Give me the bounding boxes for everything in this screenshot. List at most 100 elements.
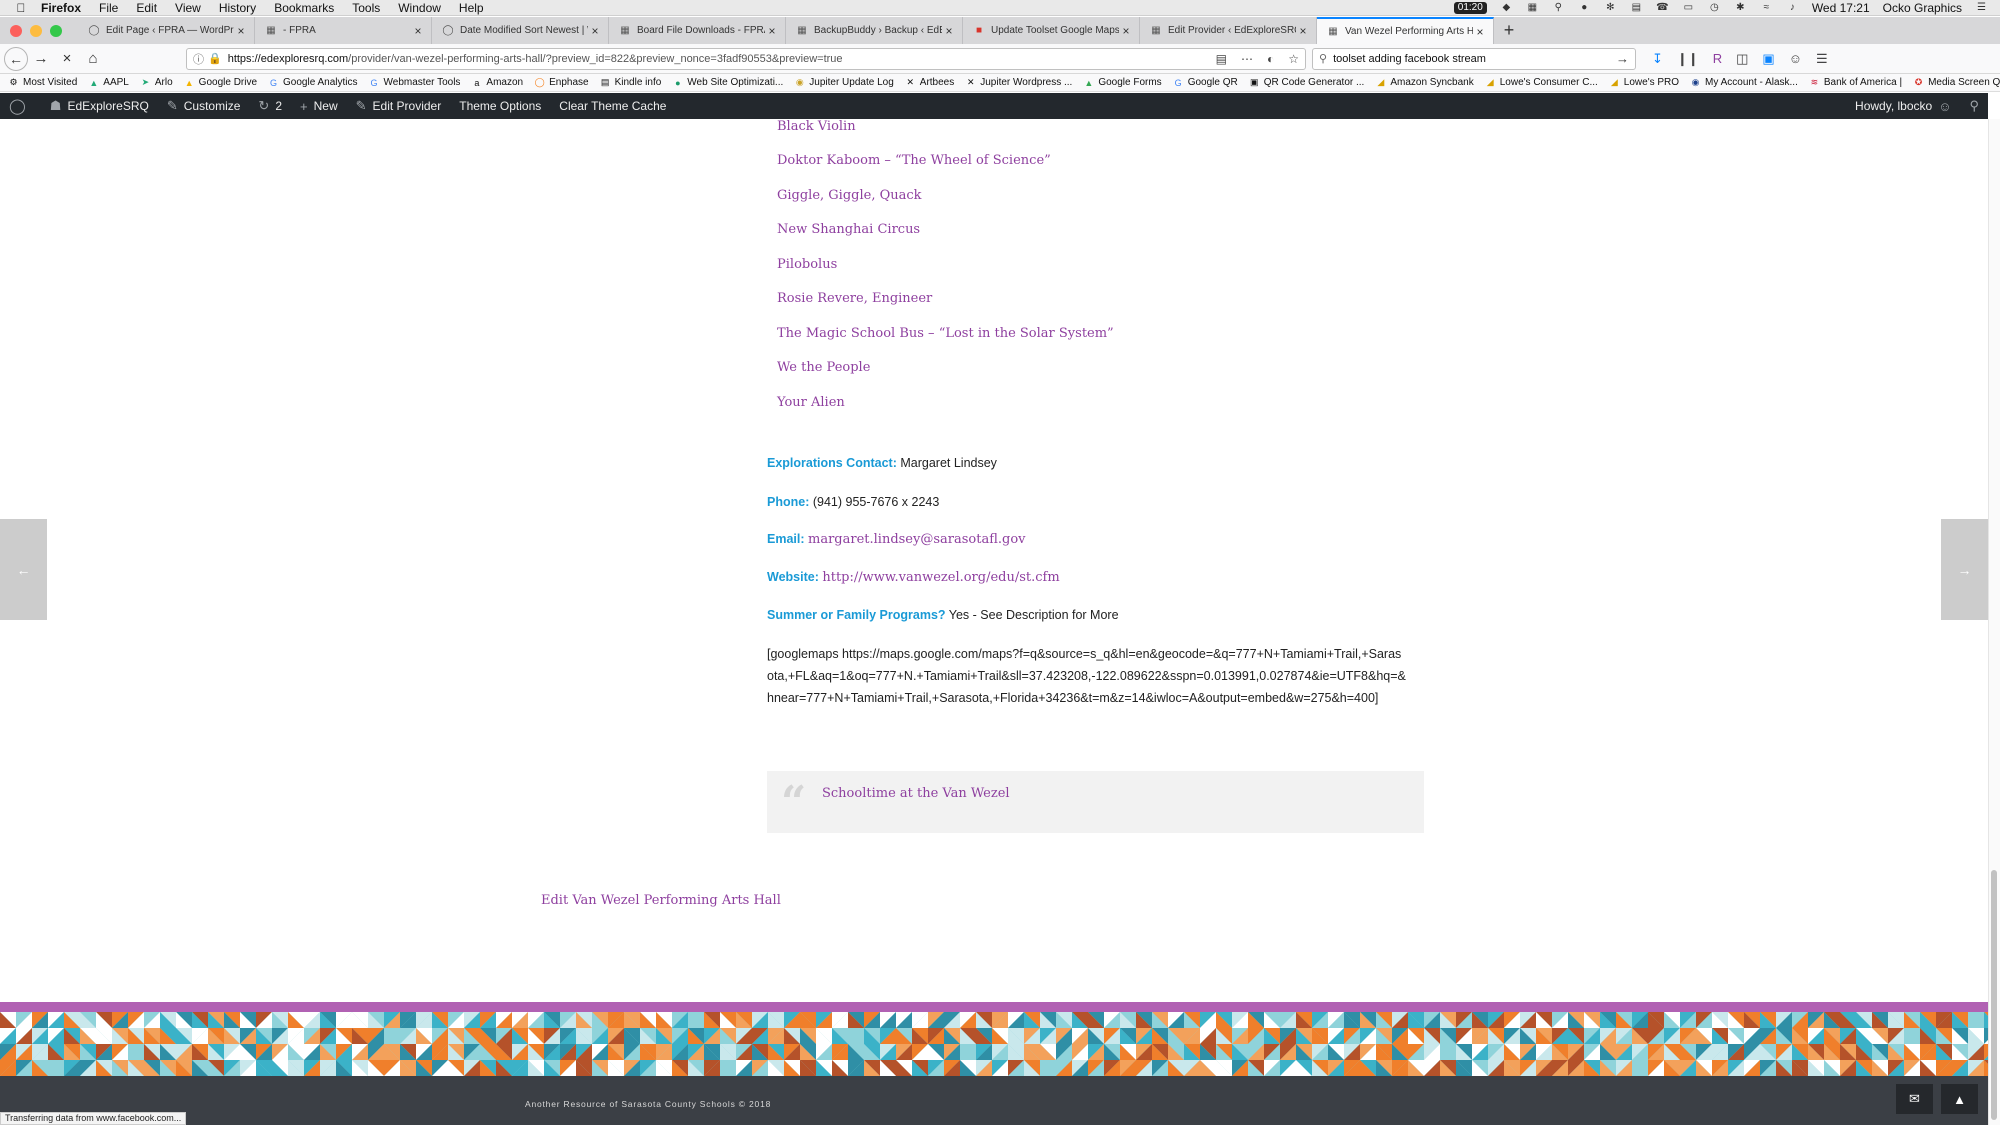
info-icon[interactable]: ⓘ — [193, 51, 204, 67]
edit-provider-link[interactable]: Edit Van Wezel Performing Arts Hall — [541, 893, 781, 908]
profile-extension-icon[interactable]: ▣ — [1762, 51, 1774, 67]
contact-email-button[interactable]: ✉ — [1896, 1084, 1933, 1114]
bookmark-19[interactable]: ◉ My Account - Alask... — [1690, 77, 1798, 88]
show-link-magic-school-bus[interactable]: The Magic School Bus – “Lost in the Sola… — [777, 326, 1114, 341]
close-icon[interactable]: × — [1296, 24, 1310, 38]
site-name-button[interactable]: ☗ EdExploreSRQ — [41, 93, 158, 119]
app-status-icon[interactable]: ● — [1578, 2, 1591, 13]
bookmark-13[interactable]: ▲ Google Forms — [1083, 77, 1161, 88]
show-link-giggle-giggle-quack[interactable]: Giggle, Giggle, Quack — [777, 188, 922, 203]
reader-view-icon[interactable]: ▤ — [1216, 52, 1227, 66]
menu-edit[interactable]: Edit — [127, 0, 166, 16]
hamburger-menu-icon[interactable]: ☰ — [1816, 51, 1828, 67]
extension-icon[interactable]: R — [1713, 51, 1722, 67]
bookmark-1[interactable]: ▲ AAPL — [88, 77, 129, 88]
back-button[interactable]: ← — [4, 46, 28, 71]
menu-tools[interactable]: Tools — [343, 0, 389, 16]
clock[interactable]: Wed 17:21 — [1812, 1, 1870, 15]
next-post-arrow[interactable]: → — [1941, 519, 1988, 620]
tab-5[interactable]: ■ Update Toolset Google Maps a × — [963, 17, 1140, 44]
bookmark-16[interactable]: ◢ Amazon Syncbank — [1375, 77, 1473, 88]
timer-badge[interactable]: 01:20 — [1453, 1, 1487, 14]
show-link-your-alien[interactable]: Your Alien — [777, 395, 845, 410]
search-go-icon[interactable]: → — [1616, 51, 1629, 66]
menu-view[interactable]: View — [166, 0, 210, 16]
stop-button[interactable]: × — [54, 47, 80, 71]
edit-provider-button[interactable]: ✎ Edit Provider — [347, 93, 451, 119]
tab-1[interactable]: ▦ - FPRA × — [255, 17, 432, 44]
bookmark-9[interactable]: ● Web Site Optimizati... — [672, 77, 783, 88]
scroll-to-top-button[interactable]: ▲ — [1941, 1084, 1978, 1114]
dropbox-icon[interactable]: ◆ — [1500, 2, 1513, 13]
zoom-window-icon[interactable] — [50, 24, 62, 37]
theme-options-button[interactable]: Theme Options — [450, 93, 550, 119]
show-link-rosie-revere[interactable]: Rosie Revere, Engineer — [777, 291, 932, 306]
bookmark-star-icon[interactable]: ☆ — [1288, 52, 1299, 66]
download-icon[interactable]: ↧ — [1652, 51, 1663, 67]
show-link-new-shanghai-circus[interactable]: New Shanghai Circus — [777, 222, 920, 237]
tab-6[interactable]: ▦ Edit Provider ‹ EdExploreSRQ — W× — [1140, 17, 1317, 44]
show-link-we-the-people[interactable]: We the People — [777, 360, 870, 375]
phone-icon[interactable]: ☎ — [1656, 2, 1669, 13]
tab-7-active[interactable]: ▦ Van Wezel Performing Arts Hall × — [1317, 17, 1494, 44]
display-icon[interactable]: ▭ — [1682, 2, 1695, 13]
close-icon[interactable]: × — [1119, 24, 1133, 38]
menu-help[interactable]: Help — [450, 0, 493, 16]
menu-file[interactable]: File — [90, 0, 127, 16]
lock-icon[interactable]: 🔒 — [208, 52, 222, 65]
bookmark-20[interactable]: ≋ Bank of America | — [1809, 77, 1902, 88]
clipboard-icon[interactable]: ▦ — [1526, 2, 1539, 13]
account-icon[interactable]: ☺ — [1789, 51, 1802, 67]
new-content-button[interactable]: + New — [291, 93, 347, 119]
admin-search-button[interactable]: ⚲ — [1960, 93, 1988, 119]
close-icon[interactable]: × — [588, 24, 602, 38]
apple-icon[interactable]:  — [10, 1, 32, 15]
updates-button[interactable]: ↻ 2 — [249, 93, 291, 119]
close-window-icon[interactable] — [10, 24, 22, 37]
clear-cache-button[interactable]: Clear Theme Cache — [550, 93, 675, 119]
bookmark-17[interactable]: ◢ Lowe's Consumer C... — [1485, 77, 1598, 88]
menu-window[interactable]: Window — [389, 0, 450, 16]
show-link-pilobolus[interactable]: Pilobolus — [777, 257, 837, 272]
menu-history[interactable]: History — [210, 0, 265, 16]
bookmark-21[interactable]: ✪ Media Screen Queries — [1913, 77, 2000, 88]
customize-button[interactable]: ✎ Customize — [158, 93, 250, 119]
bookmark-12[interactable]: ✕ Jupiter Wordpress ... — [965, 77, 1072, 88]
bluetooth-icon[interactable]: ✱ — [1734, 2, 1747, 13]
bookmark-14[interactable]: G Google QR — [1173, 77, 1238, 88]
bookmark-7[interactable]: ◯ Enphase — [534, 77, 589, 88]
previous-post-arrow[interactable]: ← — [0, 519, 47, 620]
menu-bookmarks[interactable]: Bookmarks — [265, 0, 343, 16]
close-icon[interactable]: × — [942, 24, 956, 38]
bookmark-11[interactable]: ✕ Artbees — [905, 77, 955, 88]
bookmark-0[interactable]: ⚙ Most Visited — [8, 77, 77, 88]
bookmark-4[interactable]: G Google Analytics — [268, 77, 358, 88]
new-tab-button[interactable]: + — [1494, 17, 1524, 44]
home-button[interactable]: ⌂ — [80, 47, 106, 71]
user-name[interactable]: Ocko Graphics — [1883, 1, 1962, 15]
bookmark-18[interactable]: ◢ Lowe's PRO — [1609, 77, 1679, 88]
website-link[interactable]: http://www.vanwezel.org/edu/st.cfm — [822, 570, 1059, 585]
time-machine-icon[interactable]: ◷ — [1708, 2, 1721, 13]
tab-4[interactable]: ▦ BackupBuddy › Backup ‹ EdExplore× — [786, 17, 963, 44]
magnifier-icon[interactable]: ⚲ — [1552, 2, 1565, 13]
forward-button[interactable]: → — [28, 47, 54, 71]
show-link-doktor-kaboom[interactable]: Doktor Kaboom – “The Wheel of Science” — [777, 153, 1051, 168]
bookmark-3[interactable]: ▲ Google Drive — [184, 77, 257, 88]
bookmark-8[interactable]: ▤ Kindle info — [600, 77, 661, 88]
bookmark-5[interactable]: G Webmaster Tools — [369, 77, 461, 88]
search-input[interactable]: toolset adding facebook stream — [1333, 53, 1616, 65]
close-icon[interactable]: × — [411, 24, 425, 38]
volume-icon[interactable]: ♪ — [1786, 2, 1799, 13]
account-menu[interactable]: Howdy, lbocko ☺ — [1846, 93, 1960, 119]
list-icon[interactable]: ☰ — [1975, 2, 1988, 13]
search-bar[interactable]: ⚲ toolset adding facebook stream → — [1312, 47, 1636, 70]
doc-icon[interactable]: ▤ — [1630, 2, 1643, 13]
bookmark-6[interactable]: a Amazon — [471, 77, 523, 88]
tab-3[interactable]: ▦ Board File Downloads - FPRA × — [609, 17, 786, 44]
close-icon[interactable]: × — [1473, 25, 1487, 39]
scrollbar-thumb[interactable] — [1991, 870, 1997, 1120]
wifi-icon[interactable]: ≈ — [1760, 2, 1773, 13]
more-actions-icon[interactable]: ⋯ — [1241, 52, 1253, 66]
email-link[interactable]: margaret.lindsey@sarasotafl.gov — [808, 532, 1026, 547]
